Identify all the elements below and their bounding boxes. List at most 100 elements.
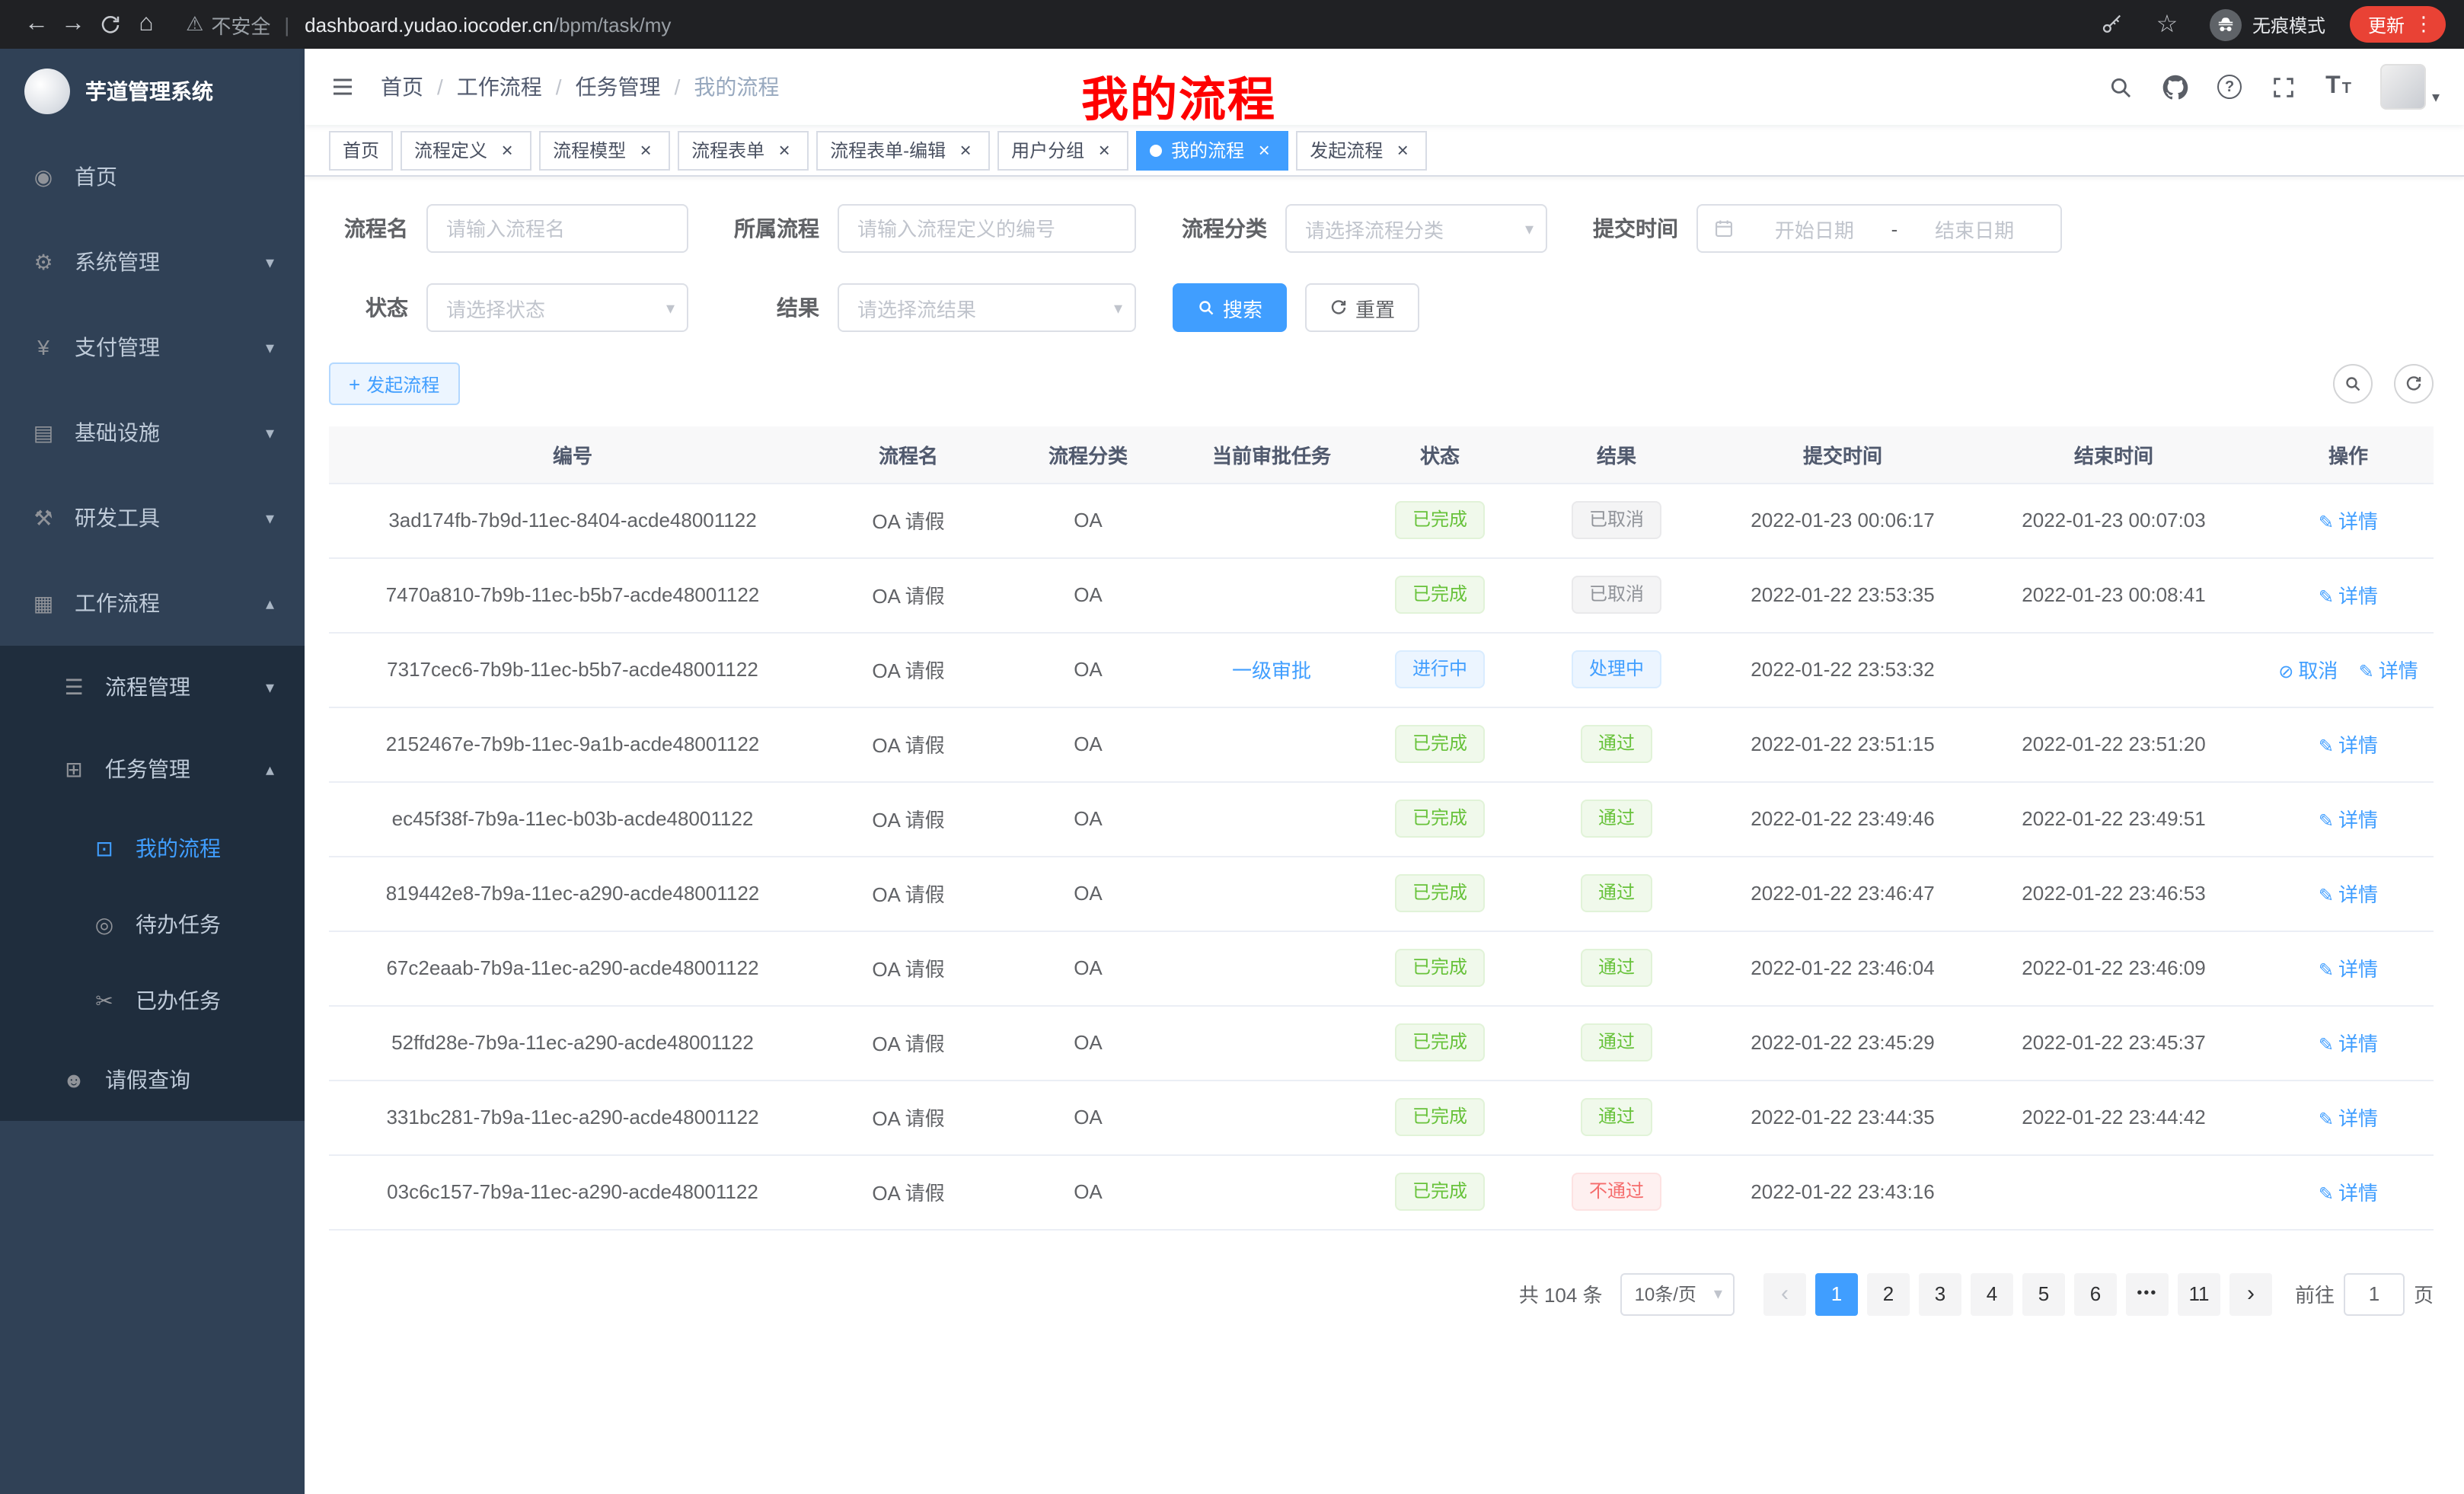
- category-select[interactable]: 请选择流程分类 ▾: [1285, 204, 1547, 253]
- status-tag: 已完成: [1396, 1023, 1484, 1061]
- sidebar-item-workflow[interactable]: ▦ 工作流程 ▴: [0, 560, 305, 646]
- tab-process-model[interactable]: 流程模型 ×: [539, 130, 670, 170]
- text-size-icon[interactable]: TT: [2325, 73, 2351, 101]
- help-icon[interactable]: ?: [2217, 75, 2242, 99]
- reset-button[interactable]: 重置: [1305, 283, 1419, 332]
- bookmark-star-icon[interactable]: ☆: [2149, 9, 2185, 40]
- current-task-link[interactable]: 一级审批: [1232, 659, 1311, 682]
- next-page-button[interactable]: ›: [2229, 1272, 2272, 1315]
- detail-label: 详情: [2338, 883, 2378, 906]
- refresh-icon: [2405, 375, 2423, 393]
- close-icon[interactable]: ×: [496, 139, 518, 161]
- tab-user-group[interactable]: 用户分组 ×: [997, 130, 1128, 170]
- sidebar-item-todo-tasks[interactable]: ◎ 待办任务: [0, 886, 305, 962]
- toggle-search-button[interactable]: [2333, 364, 2373, 404]
- cell-result: 不通过: [1512, 1154, 1721, 1229]
- sidebar-item-my-process[interactable]: ⊡ 我的流程: [0, 810, 305, 886]
- sidebar-item-task-management[interactable]: ⊞ 任务管理 ▴: [0, 728, 305, 810]
- tab-home[interactable]: 首页: [329, 130, 393, 170]
- tab-process-form[interactable]: 流程表单 ×: [678, 130, 809, 170]
- cell-process-category: OA: [1001, 1154, 1176, 1229]
- user-avatar[interactable]: ▾: [2380, 64, 2440, 110]
- cell-submit-time: 2022-01-22 23:46:04: [1721, 931, 1964, 1005]
- result-select[interactable]: 请选择流结果 ▾: [838, 283, 1136, 332]
- incognito-badge: 无痕模式: [2210, 8, 2325, 40]
- prev-page-button[interactable]: ‹: [1763, 1272, 1806, 1315]
- range-separator: -: [1891, 217, 1898, 240]
- detail-link[interactable]: ✎详情: [2319, 1033, 2378, 1055]
- close-icon[interactable]: ×: [1093, 139, 1115, 161]
- detail-link[interactable]: ✎详情: [2319, 809, 2378, 832]
- page-button[interactable]: 11: [2178, 1272, 2220, 1315]
- breadcrumb-link[interactable]: 任务管理: [576, 72, 661, 102]
- page-button[interactable]: 4: [1971, 1272, 2013, 1315]
- detail-link[interactable]: ✎详情: [2359, 659, 2418, 682]
- hamburger-icon[interactable]: [329, 73, 356, 101]
- goto-page-input[interactable]: [2344, 1272, 2405, 1315]
- cancel-link[interactable]: ⊘取消: [2278, 659, 2338, 682]
- sidebar-item-dev-tools[interactable]: ⚒ 研发工具 ▾: [0, 475, 305, 560]
- breadcrumb-link[interactable]: 工作流程: [457, 72, 542, 102]
- address-bar[interactable]: ⚠ 不安全 | dashboard.yudao.iocoder.cn/bpm/t…: [186, 10, 2073, 39]
- detail-link[interactable]: ✎详情: [2319, 883, 2378, 906]
- update-button[interactable]: 更新 ⋮: [2350, 6, 2446, 43]
- close-icon[interactable]: ×: [1253, 139, 1275, 161]
- close-icon[interactable]: ×: [955, 139, 976, 161]
- page-button[interactable]: 1: [1815, 1272, 1858, 1315]
- sidebar-item-system-management[interactable]: ⚙ 系统管理 ▾: [0, 219, 305, 305]
- process-name-input[interactable]: [426, 204, 688, 253]
- sidebar-item-home[interactable]: ◉ 首页: [0, 134, 305, 219]
- owner-process-input[interactable]: [838, 204, 1136, 253]
- reload-icon[interactable]: [91, 13, 128, 36]
- fullscreen-icon[interactable]: [2271, 74, 2296, 100]
- start-process-button[interactable]: + 发起流程: [329, 362, 459, 405]
- sidebar-item-infrastructure[interactable]: ▤ 基础设施 ▾: [0, 390, 305, 475]
- sidebar-item-payment-management[interactable]: ¥ 支付管理 ▾: [0, 305, 305, 390]
- key-icon[interactable]: [2094, 13, 2130, 36]
- breadcrumb-item: 我的流程: [694, 72, 779, 102]
- page-button[interactable]: 3: [1919, 1272, 1961, 1315]
- page-button[interactable]: •••: [2126, 1272, 2169, 1315]
- page-size-select[interactable]: 10条/页 ▾: [1621, 1272, 1735, 1315]
- close-icon[interactable]: ×: [635, 139, 656, 161]
- sidebar-item-leave-query[interactable]: ☻ 请假查询: [0, 1039, 305, 1121]
- back-icon[interactable]: ←: [18, 11, 55, 38]
- cell-actions: ✎详情: [2263, 781, 2434, 856]
- status-select[interactable]: 请选择状态 ▾: [426, 283, 688, 332]
- refresh-table-button[interactable]: [2394, 364, 2434, 404]
- search-button[interactable]: 搜索: [1173, 283, 1287, 332]
- page-button[interactable]: 5: [2022, 1272, 2065, 1315]
- detail-link[interactable]: ✎详情: [2319, 1107, 2378, 1130]
- tab-start-process[interactable]: 发起流程 ×: [1296, 130, 1427, 170]
- close-icon[interactable]: ×: [1392, 139, 1413, 161]
- cell-status: 已完成: [1368, 1154, 1512, 1229]
- tab-my-process[interactable]: 我的流程 ×: [1136, 130, 1288, 170]
- sidebar-item-process-management[interactable]: ☰ 流程管理 ▾: [0, 646, 305, 728]
- page-button[interactable]: 6: [2074, 1272, 2117, 1315]
- detail-label: 详情: [2379, 659, 2418, 682]
- sidebar-item-done-tasks[interactable]: ✂ 已办任务: [0, 962, 305, 1039]
- detail-link[interactable]: ✎详情: [2319, 958, 2378, 981]
- search-icon[interactable]: [2108, 74, 2134, 100]
- github-icon[interactable]: [2162, 74, 2188, 100]
- page-button[interactable]: 2: [1867, 1272, 1910, 1315]
- detail-link[interactable]: ✎详情: [2319, 734, 2378, 757]
- breadcrumb-link[interactable]: 首页: [381, 72, 423, 102]
- scissors-icon: ✂: [91, 988, 117, 1014]
- browser-home-icon[interactable]: ⌂: [128, 11, 164, 38]
- detail-link[interactable]: ✎详情: [2319, 585, 2378, 608]
- detail-link[interactable]: ✎详情: [2319, 510, 2378, 533]
- forward-icon[interactable]: →: [55, 11, 91, 38]
- cell-process-id: 7470a810-7b9b-11ec-b5b7-acde48001122: [329, 557, 816, 632]
- browser-menu-icon[interactable]: ⋮: [2414, 12, 2434, 37]
- detail-link[interactable]: ✎详情: [2319, 1182, 2378, 1205]
- tab-process-definition[interactable]: 流程定义 ×: [401, 130, 531, 170]
- app-logo[interactable]: 芋道管理系统: [0, 49, 305, 134]
- tab-process-form-edit[interactable]: 流程表单-编辑 ×: [816, 130, 990, 170]
- breadcrumb-link[interactable]: 我的流程: [694, 72, 779, 102]
- total-count: 共 104 条: [1519, 1279, 1603, 1308]
- end-date-placeholder: 结束日期: [1904, 214, 2045, 243]
- submit-time-range-picker[interactable]: 开始日期 - 结束日期: [1696, 204, 2062, 253]
- cell-process-category: OA: [1001, 1080, 1176, 1154]
- close-icon[interactable]: ×: [774, 139, 795, 161]
